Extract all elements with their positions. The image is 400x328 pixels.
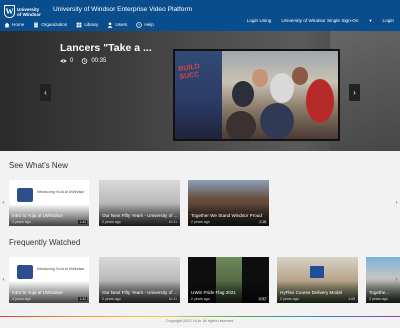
frequent-videos-row: ‹ Introducing YuJa at UWindsor Intro to …	[0, 257, 400, 303]
copyright-text: Copyright 2023 YuJa. All rights reserved…	[165, 319, 235, 323]
app-title: University of Windsor Enterprise Video P…	[53, 6, 193, 13]
chevron-right-icon: ›	[395, 200, 398, 206]
video-duration: 10:31	[167, 297, 178, 301]
sso-dropdown-label: University of Windsor Single Sign-On	[281, 18, 359, 23]
featured-carousel: Lancers "Take a ... 0 00:35 BUILD SUCC ‹…	[0, 31, 400, 151]
video-age: 2 years ago	[102, 220, 121, 224]
nav-library[interactable]: Library	[76, 22, 98, 28]
chevron-down-icon: ▼	[368, 18, 373, 23]
top-bar: W University of Windsor University of Wi…	[0, 0, 400, 31]
video-age: 4 years ago	[12, 220, 31, 224]
nav-help-label: Help	[144, 22, 154, 27]
building-icon	[34, 22, 39, 27]
video-duration: 10:31	[167, 220, 178, 224]
section-title-new: See What's New	[9, 161, 68, 170]
nav-users[interactable]: Users	[107, 21, 128, 28]
row-prev-button[interactable]: ‹	[0, 180, 7, 226]
video-title: Intro to Yuja at UWindsor	[12, 290, 63, 295]
shield-logo-icon: W	[4, 5, 15, 18]
video-duration: 2:09	[347, 297, 356, 301]
video-age: 2 years ago	[280, 297, 299, 301]
video-age: 2 years ago	[369, 297, 388, 301]
views-count: 0	[60, 58, 73, 64]
banner-image: BUILD SUCC	[175, 51, 222, 139]
row-next-button[interactable]: ›	[393, 257, 400, 303]
nav-users-label: Users	[115, 22, 128, 27]
university-logo[interactable]: W University of Windsor	[4, 4, 44, 19]
yuja-logo-icon	[17, 188, 33, 202]
video-title: UWin Pride Flag 2021	[191, 290, 236, 295]
chevron-left-icon: ‹	[44, 88, 47, 97]
video-title: HyFlex Course Delivery Model	[280, 290, 343, 295]
banner-sign-text: BUILD SUCC	[178, 63, 201, 81]
user-icon	[107, 21, 113, 28]
logo-line-2: of Windsor	[17, 11, 41, 17]
video-card[interactable]: Introducing YuJa at UWindsor Intro to Yu…	[9, 257, 89, 303]
video-card[interactable]: UWin Pride Flag 2021 2 years ago 0:57	[188, 257, 269, 303]
logo-text: University of Windsor	[17, 7, 41, 17]
login-using-label: Login Using	[246, 18, 272, 23]
sso-dropdown[interactable]: University of Windsor Single Sign-On ▼	[281, 18, 372, 23]
clock-icon	[82, 58, 88, 64]
video-title: Our Next Fifty Years - University of ...	[102, 290, 178, 295]
video-card[interactable]: Our Next Fifty Years - University of ...…	[99, 257, 180, 303]
video-duration: 1:42	[78, 220, 87, 224]
logo-line-1: University	[17, 6, 40, 12]
thumb-text: Introducing YuJa at UWindsor	[37, 267, 85, 271]
nav-help[interactable]: ? Help	[136, 21, 154, 28]
video-duration: 1:42	[78, 297, 87, 301]
chevron-left-icon: ‹	[2, 200, 5, 206]
chevron-right-icon: ›	[353, 88, 356, 97]
eye-icon	[60, 59, 67, 63]
thumb-text: Introducing YuJa at UWindsor	[37, 190, 85, 194]
video-age: 2 years ago	[191, 297, 210, 301]
footer: Copyright 2023 YuJa. All rights reserved…	[0, 316, 400, 328]
video-title: Our Next Fifty Years - University of ...	[102, 213, 178, 218]
video-title: Intro to Yuja at UWindsor	[12, 213, 63, 218]
video-age: 4 years ago	[12, 297, 31, 301]
video-age: 2 years ago	[102, 297, 121, 301]
new-videos-row: ‹ Introducing YuJa at UWindsor Intro to …	[0, 180, 400, 226]
nav-organization-label: Organization	[41, 22, 68, 27]
row-prev-button[interactable]: ‹	[0, 257, 7, 303]
carousel-prev-button[interactable]: ‹	[40, 84, 51, 101]
video-card[interactable]: Our Next Fifty Years - University of ...…	[99, 180, 180, 226]
home-icon	[4, 22, 10, 27]
duration-value: 00:35	[91, 58, 107, 64]
help-icon: ?	[136, 21, 143, 28]
duration: 00:35	[81, 58, 106, 64]
svg-text:?: ?	[138, 23, 140, 27]
login-button[interactable]: Login	[383, 18, 394, 23]
featured-video-player[interactable]: BUILD SUCC	[173, 49, 340, 141]
crowd-image	[222, 51, 338, 139]
video-card[interactable]: HyFlex Course Delivery Model 2 years ago…	[277, 257, 358, 303]
nav-home-label: Home	[12, 22, 25, 27]
yuja-logo-icon	[17, 265, 33, 279]
views-value: 0	[70, 58, 74, 64]
video-thumbnail: BUILD SUCC	[175, 51, 338, 139]
video-duration: 0:57	[258, 297, 267, 301]
grid-icon	[76, 22, 82, 27]
video-age: 2 years ago	[191, 220, 210, 224]
featured-meta: 0 00:35	[60, 58, 114, 64]
row-next-button[interactable]: ›	[393, 180, 400, 226]
login-area: Login Using University of Windsor Single…	[237, 18, 394, 23]
main-nav: Home Organization Library Users ? Help	[4, 20, 163, 29]
chevron-right-icon: ›	[395, 277, 398, 283]
footer-divider	[0, 316, 400, 317]
video-card[interactable]: Together We Stand Windsor Proud 2 years …	[188, 180, 269, 226]
chevron-left-icon: ‹	[2, 277, 5, 283]
carousel-next-button[interactable]: ›	[349, 84, 360, 101]
hero-background	[330, 31, 400, 151]
nav-organization[interactable]: Organization	[33, 22, 67, 28]
featured-title[interactable]: Lancers "Take a ...	[60, 42, 152, 54]
video-title: Together We Stand Windsor Proud	[191, 213, 262, 218]
video-title: Togethe...	[369, 290, 390, 295]
video-duration: 1:18	[258, 220, 267, 224]
section-title-frequent: Frequently Watched	[9, 238, 81, 247]
nav-library-label: Library	[84, 22, 99, 27]
nav-home[interactable]: Home	[4, 22, 24, 28]
video-card[interactable]: Introducing YuJa at UWindsor Intro to Yu…	[9, 180, 89, 226]
video-still	[310, 266, 324, 278]
